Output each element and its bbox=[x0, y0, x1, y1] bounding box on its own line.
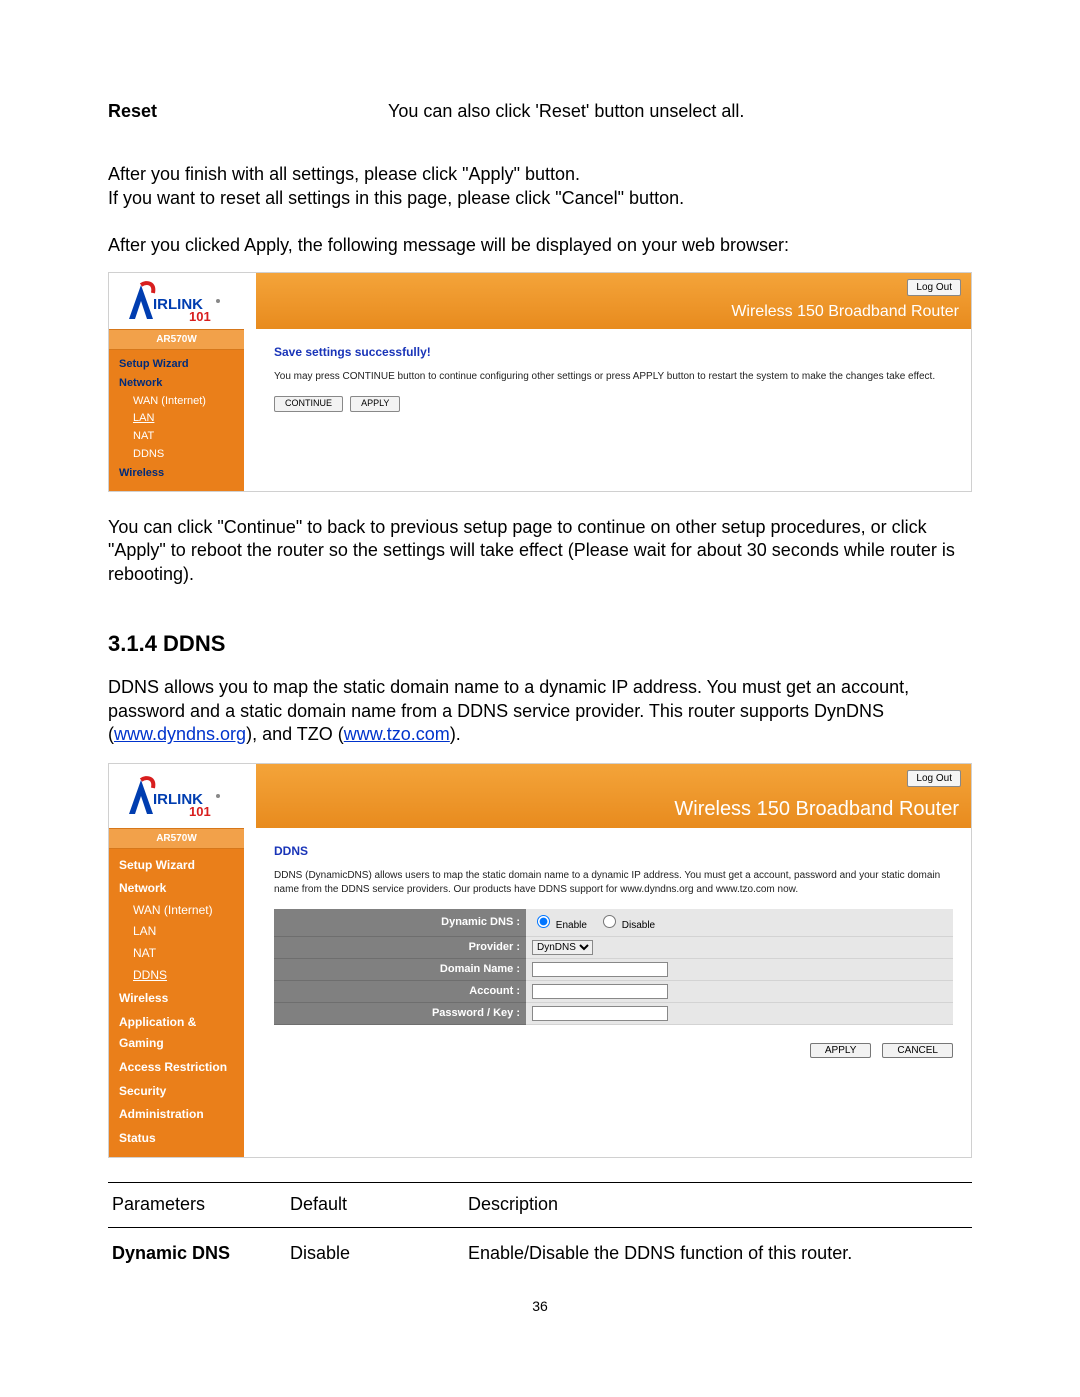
router-ddns-panel: IRLINK 101 Log Out Wireless 150 Broadban… bbox=[108, 763, 972, 1159]
airlink-logo: IRLINK 101 bbox=[109, 764, 256, 828]
model-label: AR570W bbox=[109, 828, 244, 849]
radio-enable[interactable] bbox=[537, 915, 550, 928]
nav-setup-wizard[interactable]: Setup Wizard bbox=[119, 855, 244, 877]
page-number: 36 bbox=[108, 1297, 972, 1315]
field-label-account: Account : bbox=[274, 980, 526, 1002]
account-input[interactable] bbox=[532, 984, 668, 999]
radio-disable[interactable] bbox=[603, 915, 616, 928]
nav-nat[interactable]: NAT bbox=[119, 428, 244, 446]
ddns-intro-mid: ), and TZO ( bbox=[246, 724, 344, 744]
svg-text:101: 101 bbox=[189, 804, 211, 819]
reset-label: Reset bbox=[108, 100, 388, 123]
nav-network[interactable]: Network bbox=[119, 878, 244, 900]
ddns-intro-post: ). bbox=[450, 724, 461, 744]
nav-ddns[interactable]: DDNS bbox=[119, 446, 244, 464]
password-input[interactable] bbox=[532, 1006, 668, 1021]
router-save-success-panel: IRLINK 101 Log Out Wireless 150 Broadban… bbox=[108, 272, 972, 492]
dyndns-link[interactable]: www.dyndns.org bbox=[114, 724, 246, 744]
continue-button[interactable]: CONTINUE bbox=[274, 396, 343, 412]
ddns-intro: DDNS allows you to map the static domain… bbox=[108, 676, 972, 746]
col-parameters: Parameters bbox=[108, 1183, 286, 1227]
param-desc: Enable/Disable the DDNS function of this… bbox=[464, 1227, 972, 1271]
domain-name-input[interactable] bbox=[532, 962, 668, 977]
apply-message-intro: After you clicked Apply, the following m… bbox=[108, 234, 972, 257]
field-label-dynamic-dns: Dynamic DNS : bbox=[274, 909, 526, 936]
save-success-heading: Save settings successfully! bbox=[274, 345, 953, 361]
nav-security[interactable]: Security bbox=[119, 1081, 244, 1103]
nav-ddns[interactable]: DDNS bbox=[119, 965, 244, 987]
banner-title: Wireless 150 Broadband Router bbox=[674, 796, 959, 822]
field-label-password: Password / Key : bbox=[274, 1002, 526, 1024]
continue-apply-explain: You can click "Continue" to back to prev… bbox=[108, 516, 972, 586]
banner-title: Wireless 150 Broadband Router bbox=[731, 302, 959, 323]
nav-wireless[interactable]: Wireless bbox=[119, 465, 244, 483]
nav-nat[interactable]: NAT bbox=[119, 943, 244, 965]
cancel-button[interactable]: CANCEL bbox=[882, 1043, 953, 1058]
logout-button[interactable]: Log Out bbox=[907, 770, 961, 787]
ddns-msg: DDNS (DynamicDNS) allows users to map th… bbox=[274, 869, 953, 897]
airlink-logo: IRLINK 101 bbox=[109, 273, 256, 329]
parameters-table: Parameters Default Description Dynamic D… bbox=[108, 1182, 972, 1271]
nav-administration[interactable]: Administration bbox=[119, 1104, 244, 1126]
radio-enable-label[interactable]: Enable bbox=[532, 920, 587, 931]
section-heading-ddns: 3.1.4 DDNS bbox=[108, 630, 972, 659]
apply-instruction-1: After you finish with all settings, plea… bbox=[108, 163, 972, 186]
nav-access-restriction[interactable]: Access Restriction bbox=[119, 1057, 244, 1079]
tzo-link[interactable]: www.tzo.com bbox=[344, 724, 450, 744]
radio-enable-text: Enable bbox=[556, 920, 587, 931]
nav-wan[interactable]: WAN (Internet) bbox=[119, 900, 244, 922]
reset-desc: You can also click 'Reset' button unsele… bbox=[388, 100, 744, 123]
nav-status[interactable]: Status bbox=[119, 1128, 244, 1150]
nav-setup-wizard[interactable]: Setup Wizard bbox=[119, 356, 244, 374]
nav-wan[interactable]: WAN (Internet) bbox=[119, 393, 244, 411]
nav-network[interactable]: Network bbox=[119, 375, 244, 393]
nav-app-gaming[interactable]: Application & Gaming bbox=[119, 1012, 244, 1055]
col-default: Default bbox=[286, 1183, 464, 1227]
ddns-heading: DDNS bbox=[274, 844, 953, 860]
radio-disable-text: Disable bbox=[622, 920, 655, 931]
col-description: Description bbox=[464, 1183, 972, 1227]
nav-wireless[interactable]: Wireless bbox=[119, 988, 244, 1010]
apply-button[interactable]: APPLY bbox=[350, 396, 400, 412]
svg-text:101: 101 bbox=[189, 309, 211, 324]
radio-disable-label[interactable]: Disable bbox=[598, 920, 655, 931]
logout-button[interactable]: Log Out bbox=[907, 279, 961, 296]
model-label: AR570W bbox=[109, 329, 244, 350]
field-label-domain-name: Domain Name : bbox=[274, 958, 526, 980]
param-default: Disable bbox=[286, 1227, 464, 1271]
field-label-provider: Provider : bbox=[274, 936, 526, 958]
nav-lan[interactable]: LAN bbox=[119, 410, 244, 428]
nav-lan[interactable]: LAN bbox=[119, 921, 244, 943]
param-name: Dynamic DNS bbox=[108, 1227, 286, 1271]
provider-select[interactable]: DynDNS bbox=[532, 940, 593, 955]
save-success-msg: You may press CONTINUE button to continu… bbox=[274, 370, 953, 384]
apply-button[interactable]: APPLY bbox=[810, 1043, 872, 1058]
apply-instruction-2: If you want to reset all settings in thi… bbox=[108, 187, 972, 210]
